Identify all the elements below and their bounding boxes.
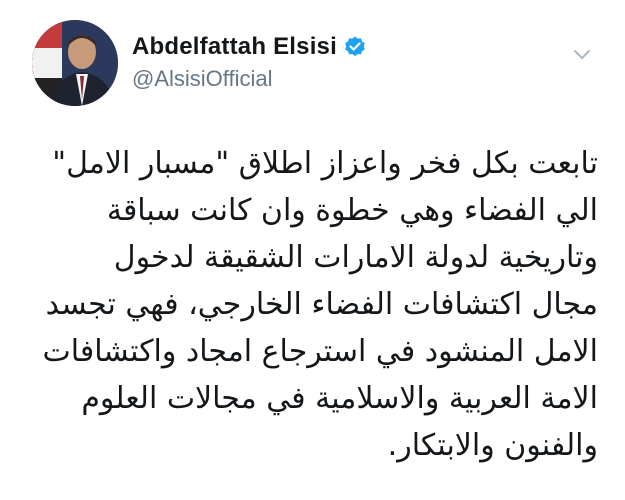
chevron-down-icon [574, 50, 590, 59]
display-name[interactable]: Abdelfattah Elsisi [132, 33, 337, 61]
tweet-text-line: تابعت بكل فخر واعزاز اطلاق "مسبار الامل" [52, 146, 598, 181]
tweet-text-line: والفنون والابتكار. [387, 428, 598, 463]
profile-photo-icon [32, 20, 118, 106]
tweet-header: Abdelfattah Elsisi @AlsisiOfficial [32, 20, 602, 110]
author-names: Abdelfattah Elsisi @AlsisiOfficial [132, 32, 367, 92]
tweet-menu-button[interactable] [570, 42, 594, 66]
tweet-text-line: الامل المنشود في استرجاع امجاد واكتشافات [42, 334, 598, 369]
verified-badge-icon [343, 35, 367, 59]
tweet-text-line: الامة العربية والاسلامية في مجالات العلو… [81, 381, 598, 416]
avatar[interactable] [32, 20, 118, 106]
tweet-text-line: وتاريخية لدولة الامارات الشقيقة لدخول [113, 240, 598, 275]
user-handle[interactable]: @AlsisiOfficial [132, 66, 367, 92]
tweet-text: تابعت بكل فخر واعزاز اطلاق "مسبار الامل"… [30, 140, 598, 469]
tweet-text-line: الي الفضاء وهي خطوة وان كانت سباقة [106, 193, 598, 228]
tweet-card: Abdelfattah Elsisi @AlsisiOfficial تابعت… [0, 0, 625, 500]
display-name-row: Abdelfattah Elsisi [132, 32, 367, 62]
tweet-text-line: مجال اكتشافات الفضاء الخارجي، فهي تجسد [45, 287, 598, 322]
